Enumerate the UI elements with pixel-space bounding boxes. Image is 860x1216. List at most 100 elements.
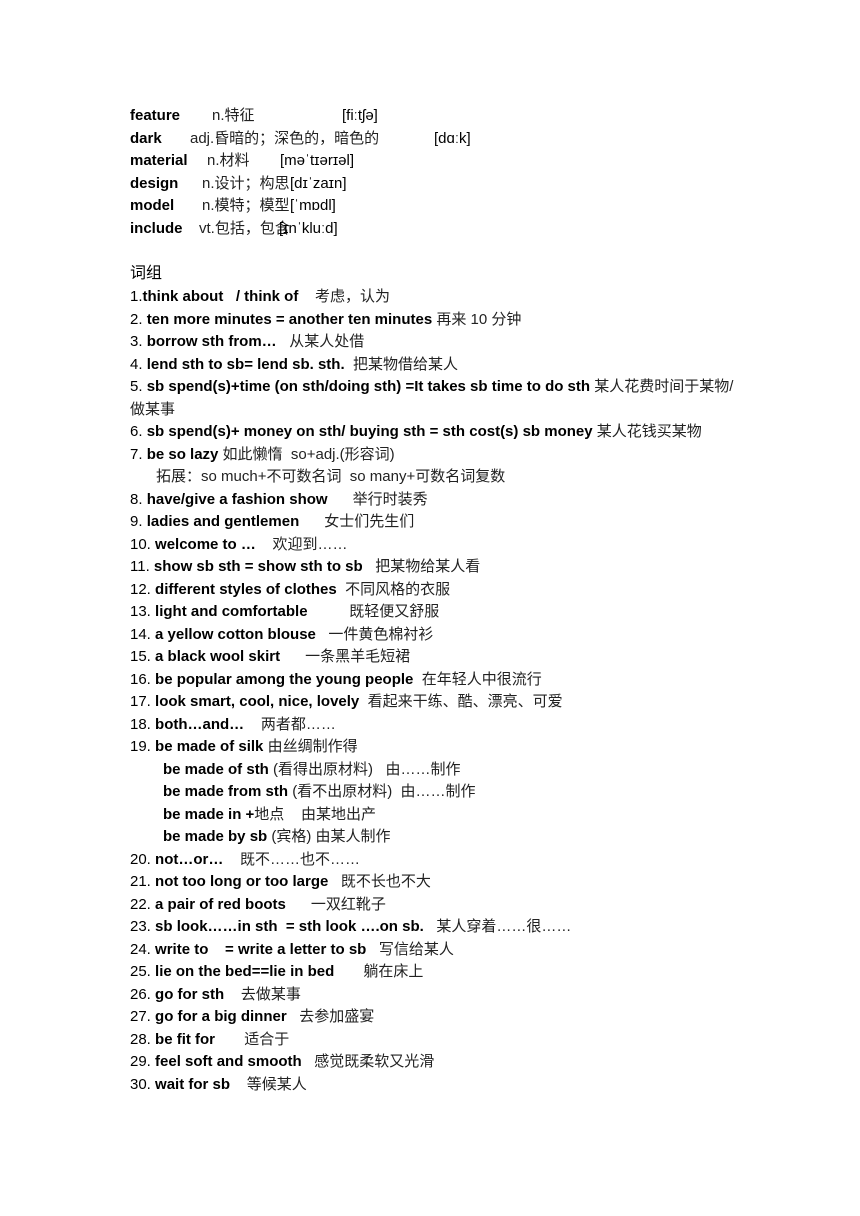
phrase-item: 16. be popular among the young people 在年… — [130, 669, 740, 692]
phrase-english: be made from sth — [163, 783, 289, 800]
vocab-meaning: vt.包括，包含 — [199, 219, 290, 237]
phrase-english: ten more minutes = another ten minutes — [146, 310, 433, 328]
phrase-english: a yellow cotton blouse — [155, 625, 316, 643]
phrase-chinese: 一条黑羊毛短裙 — [280, 648, 411, 665]
phrase-number: 23. — [130, 918, 156, 935]
vocab-phonetic: [ɪnˈkluːd] — [279, 219, 338, 237]
phrase-english: write to = write a letter to sb — [155, 940, 367, 958]
phrase-chinese: 地点 由某地出产 — [254, 805, 376, 823]
phrase-chinese: 适合于 — [215, 1030, 290, 1048]
phrase-chinese: 去做某事 — [224, 985, 301, 1003]
phrase-chinese: 女士们先生们 — [299, 513, 415, 530]
phrase-item: 5. sb spend(s)+time (on sth/doing sth) =… — [130, 376, 740, 421]
vocab-entry: design n.设计；构思 [dɪˈzaɪn] — [130, 173, 740, 196]
phrase-item: 29. feel soft and smooth 感觉既柔软又光滑 — [130, 1051, 740, 1074]
phrase-item: 19. be made of silk 由丝绸制作得 — [130, 736, 740, 759]
phrase-chinese: 去参加盛宴 — [286, 1008, 375, 1025]
phrase-number: 4. — [130, 355, 147, 373]
phrase-english: be made of sth — [163, 760, 269, 778]
phrase-item: 30. wait for sb 等候某人 — [130, 1074, 740, 1097]
phrase-english: welcome to … — [155, 535, 256, 553]
phrase-item: 24. write to = write a letter to sb 写信给某… — [130, 939, 740, 962]
phrase-number: 20. — [130, 850, 156, 868]
vocab-phonetic: [məˈtɪərɪəl] — [280, 152, 355, 169]
phrase-number: 18. — [130, 715, 156, 733]
phrase-english: sb look……in sth = sth look ….on sb. — [155, 918, 424, 935]
phrase-chinese: (宾格) 由某人制作 — [267, 828, 391, 845]
phrase-english: different styles of clothes — [155, 580, 337, 598]
phrase-english: a black wool skirt — [155, 648, 281, 665]
phrase-item: be made by sb (宾格) 由某人制作 — [130, 826, 740, 849]
phrase-item: 23. sb look……in sth = sth look ….on sb. … — [130, 916, 740, 939]
phrase-item: 15. a black wool skirt 一条黑羊毛短裙 — [130, 646, 740, 669]
phrase-number: 12. — [130, 580, 156, 598]
phrase-number: 8. — [130, 490, 147, 508]
phrase-item: be made from sth (看不出原材料) 由……制作 — [130, 781, 740, 804]
vocab-word: dark — [130, 129, 162, 147]
vocabulary-list: feature n.特征 [fiːtʃə] dark adj.昏暗的；深色的，暗色的 [d… — [130, 105, 740, 240]
phrase-item: 13. light and comfortable 既轻便又舒服 — [130, 601, 740, 624]
phrase-item: 21. not too long or too large 既不长也不大 — [130, 871, 740, 894]
phrase-item: 14. a yellow cotton blouse 一件黄色棉衬衫 — [130, 624, 740, 647]
phrase-item: 12. different styles of clothes 不同风格的衣服 — [130, 579, 740, 602]
phrase-item: 20. not…or… 既不……也不…… — [130, 849, 740, 872]
phrase-english: light and comfortable — [155, 603, 308, 620]
phrase-number: 28. — [130, 1030, 156, 1048]
phrase-chinese: 两者都…… — [244, 715, 336, 733]
document-page: feature n.特征 [fiːtʃə] dark adj.昏暗的；深色的，暗色的 [d… — [130, 105, 740, 1096]
phrase-item: 6. sb spend(s)+ money on sth/ buying sth… — [130, 421, 740, 444]
phrase-english: be fit for — [155, 1030, 216, 1048]
phrase-number: 13. — [130, 603, 156, 620]
phrase-number: 10. — [130, 535, 156, 553]
phrase-chinese: 再来 10 分钟 — [432, 310, 522, 328]
phrase-number: 25. — [130, 963, 156, 980]
phrase-chinese: 某人花钱买某物 — [592, 423, 702, 440]
phrase-item: 10. welcome to … 欢迎到…… — [130, 534, 740, 557]
phrase-number: 27. — [130, 1008, 156, 1025]
phrase-english: borrow sth from… — [146, 333, 277, 350]
phrase-number: 21. — [130, 873, 156, 890]
phrase-chinese: 举行时装秀 — [327, 490, 428, 508]
phrase-chinese: 在年轻人中很流行 — [413, 670, 542, 688]
phrase-number: 11. — [130, 558, 154, 575]
phrase-chinese: 把某物借给某人 — [344, 355, 458, 373]
phrase-item: 3. borrow sth from… 从某人处借 — [130, 331, 740, 354]
phrase-number: 29. — [130, 1053, 156, 1070]
vocab-word: material — [130, 152, 188, 169]
phrase-chinese: (看不出原材料) 由……制作 — [288, 783, 476, 800]
phrase-english: show sb sth = show sth to sb — [153, 558, 363, 575]
vocab-phonetic: [dɑːk] — [434, 129, 471, 147]
phrase-english: look smart, cool, nice, lovely — [155, 693, 360, 710]
vocab-meaning: n.设计；构思 — [202, 174, 290, 192]
phrase-english: be made by sb — [163, 828, 268, 845]
phrase-item: be made in +地点 由某地出产 — [130, 804, 740, 827]
phrase-number: 1. — [130, 288, 143, 305]
phrase-english: sb spend(s)+ money on sth/ buying sth = … — [146, 423, 593, 440]
phrase-english: wait for sb — [155, 1075, 231, 1093]
phrase-number: 19. — [130, 738, 156, 755]
phrase-english: go for sth — [155, 985, 225, 1003]
vocab-phonetic: [fiːtʃə] — [342, 107, 378, 124]
phrase-english: have/give a fashion show — [146, 490, 328, 508]
phrase-chinese: 看起来干练、酷、漂亮、可爱 — [359, 693, 563, 710]
phrase-english: be made in + — [163, 805, 255, 823]
phrase-chinese: 从某人处借 — [276, 333, 365, 350]
phrase-chinese: 不同风格的衣服 — [336, 580, 451, 598]
phrase-english: sb spend(s)+time (on sth/doing sth) =It … — [146, 378, 591, 395]
phrase-chinese: 一双红靴子 — [285, 895, 386, 913]
phrase-english: lie on the bed==lie in bed — [155, 963, 335, 980]
phrase-item: 27. go for a big dinner 去参加盛宴 — [130, 1006, 740, 1029]
vocab-word: design — [130, 174, 179, 192]
phrase-item: 4. lend sth to sb= lend sb. sth. 把某物借给某人 — [130, 354, 740, 377]
phrase-item: be made of sth (看得出原材料) 由……制作 — [130, 759, 740, 782]
phrase-item: 7. be so lazy 如此懒惰 so+adj.(形容词) — [130, 444, 740, 467]
phrase-chinese: 把某物给某人看 — [362, 558, 481, 575]
phrase-english: not too long or too large — [155, 873, 329, 890]
phrase-item: 2. ten more minutes = another ten minute… — [130, 309, 740, 332]
phrase-english: ladies and gentlemen — [146, 513, 300, 530]
phrase-item: 22. a pair of red boots 一双红靴子 — [130, 894, 740, 917]
phrase-chinese: 一件黄色棉衬衫 — [315, 625, 434, 643]
phrase-number: 26. — [130, 985, 156, 1003]
phrases-heading: 词组 — [130, 265, 163, 282]
phrase-chinese: 感觉既柔软又光滑 — [301, 1053, 435, 1070]
